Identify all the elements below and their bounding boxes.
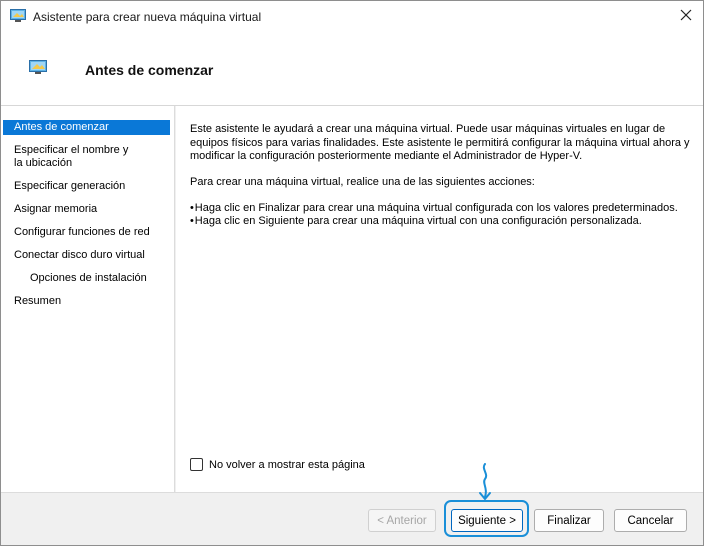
list-item: • Haga clic en Siguiente para crear una …: [190, 215, 642, 227]
sidebar-item-generacion[interactable]: Especificar generación: [1, 179, 170, 194]
previous-button[interactable]: < Anterior: [368, 509, 436, 532]
wizard-header: Antes de comenzar: [1, 32, 703, 106]
virtual-machine-icon: [29, 60, 47, 74]
pointer-arrow-icon: [479, 463, 491, 500]
bullet-text: Haga clic en Finalizar para crear una má…: [194, 202, 678, 214]
sidebar-item-disco-duro[interactable]: Conectar disco duro virtual: [1, 248, 170, 263]
title-bar: Asistente para crear nueva máquina virtu…: [1, 1, 703, 32]
cancel-button[interactable]: Cancelar: [614, 509, 687, 532]
wizard-steps-sidebar: Antes de comenzar Especificar el nombre …: [1, 106, 175, 492]
sidebar-item-resumen[interactable]: Resumen: [1, 294, 170, 309]
sidebar-item-antes-de-comenzar[interactable]: Antes de comenzar: [3, 120, 170, 135]
wizard-content: Este asistente le ayudará a crear una má…: [176, 106, 703, 492]
sidebar-item-opciones-instalacion[interactable]: Opciones de instalación: [1, 271, 170, 286]
dont-show-again-checkbox[interactable]: [190, 458, 203, 471]
list-item: • Haga clic en Finalizar para crear una …: [190, 202, 678, 214]
wizard-footer: < Anterior Siguiente > Finalizar Cancela…: [1, 492, 703, 545]
sidebar-item-nombre-ubicacion[interactable]: Especificar el nombre y la ubicación: [1, 143, 131, 171]
finish-button[interactable]: Finalizar: [534, 509, 604, 532]
close-icon: [680, 9, 692, 24]
virtual-machine-icon: [10, 9, 26, 22]
window-title: Asistente para crear nueva máquina virtu…: [33, 10, 262, 24]
instructions-paragraph: Para crear una máquina virtual, realice …: [190, 176, 535, 188]
dont-show-again-option[interactable]: No volver a mostrar esta página: [190, 458, 365, 471]
sidebar-item-red[interactable]: Configurar funciones de red: [1, 225, 170, 240]
bullet-text: Haga clic en Siguiente para crear una má…: [194, 215, 642, 227]
next-button-highlight: [444, 500, 529, 537]
intro-paragraph: Este asistente le ayudará a crear una má…: [190, 123, 690, 162]
dont-show-again-label: No volver a mostrar esta página: [209, 458, 365, 471]
wizard-window: Asistente para crear nueva máquina virtu…: [0, 0, 704, 546]
sidebar-item-memoria[interactable]: Asignar memoria: [1, 202, 170, 217]
page-title: Antes de comenzar: [85, 62, 214, 78]
close-button[interactable]: [669, 1, 703, 32]
